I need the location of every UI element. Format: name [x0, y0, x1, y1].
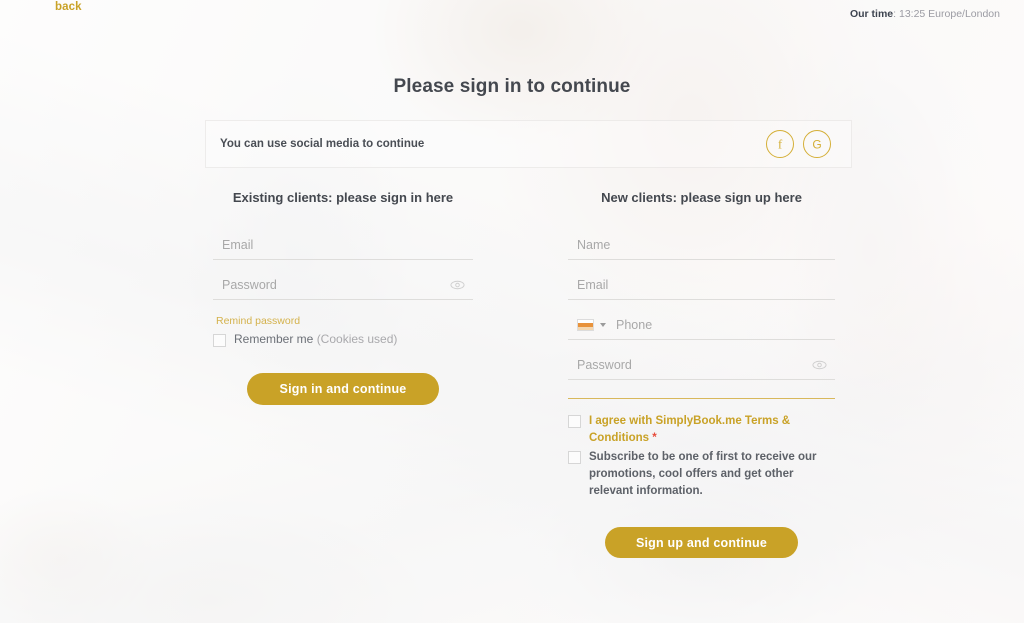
current-time-label: Our time: 13:25 Europe/London [850, 8, 1000, 20]
gold-divider [568, 398, 835, 399]
remember-me-row[interactable]: Remember me (Cookies used) [213, 332, 473, 347]
page-title: Please sign in to continue [393, 76, 631, 97]
show-signup-password-eye-icon[interactable] [812, 360, 827, 370]
signin-heading: Existing clients: please sign in here [232, 190, 454, 205]
signup-phone-input[interactable] [612, 311, 835, 339]
remember-me-label: Remember me (Cookies used) [234, 332, 397, 347]
our-time-value: 13:25 Europe/London [898, 8, 1000, 20]
signup-email-input[interactable] [568, 271, 835, 299]
signin-password-field[interactable] [213, 271, 473, 300]
social-login-label: You can use social media to continue [220, 138, 425, 150]
our-time-separator: : [893, 8, 897, 20]
remember-me-text: Remember me [234, 332, 317, 346]
signup-password-field[interactable] [568, 351, 835, 380]
svg-text:G: G [812, 138, 821, 152]
svg-text:f: f [778, 137, 783, 152]
signin-column: Existing clients: please sign in here Re… [213, 190, 473, 405]
remember-me-cookies-note: (Cookies used) [316, 332, 398, 346]
social-login-panel: You can use social media to continue f G [205, 120, 852, 168]
signin-email-field[interactable] [213, 231, 473, 260]
our-time-prefix: Our time [849, 8, 894, 20]
show-password-eye-icon[interactable] [450, 280, 465, 290]
country-flag-icon[interactable] [577, 319, 594, 331]
subscribe-label: Subscribe to be one of first to receive … [589, 451, 817, 497]
google-icon[interactable]: G [803, 130, 831, 158]
signup-name-field[interactable] [568, 231, 835, 260]
social-icon-group: f G [766, 130, 831, 158]
signup-password-input[interactable] [568, 351, 835, 379]
signup-name-input[interactable] [568, 231, 835, 259]
terms-checkbox[interactable] [568, 415, 581, 428]
sign-in-button[interactable]: Sign in and continue [247, 373, 439, 405]
subscribe-row[interactable]: Subscribe to be one of first to receive … [568, 449, 835, 500]
signup-email-field[interactable] [568, 271, 835, 300]
subscribe-checkbox[interactable] [568, 451, 581, 464]
terms-text: I agree with SimplyBook.me Terms & Condi… [589, 415, 791, 444]
required-asterisk: * [652, 432, 657, 444]
signin-email-input[interactable] [213, 231, 473, 259]
terms-label: I agree with SimplyBook.me Terms & Condi… [589, 413, 835, 447]
top-bar: back Our time: 13:25 Europe/London [0, 0, 1024, 22]
remember-me-checkbox[interactable] [213, 334, 226, 347]
signup-phone-field[interactable] [568, 311, 835, 340]
signup-heading: New clients: please sign up here [601, 190, 802, 205]
back-link[interactable]: back [55, 1, 82, 13]
signup-column: New clients: please sign up here Name Em… [568, 190, 835, 558]
signin-password-input[interactable] [213, 271, 473, 299]
remind-password-link[interactable]: Remind password [216, 315, 300, 327]
main-stage: Please sign in to continue You can use s… [0, 0, 1024, 623]
terms-agreement-row[interactable]: I agree with SimplyBook.me Terms & Condi… [568, 413, 835, 447]
facebook-icon[interactable]: f [766, 130, 794, 158]
country-chevron-down-icon[interactable] [600, 323, 606, 327]
sign-up-button[interactable]: Sign up and continue [605, 527, 798, 558]
